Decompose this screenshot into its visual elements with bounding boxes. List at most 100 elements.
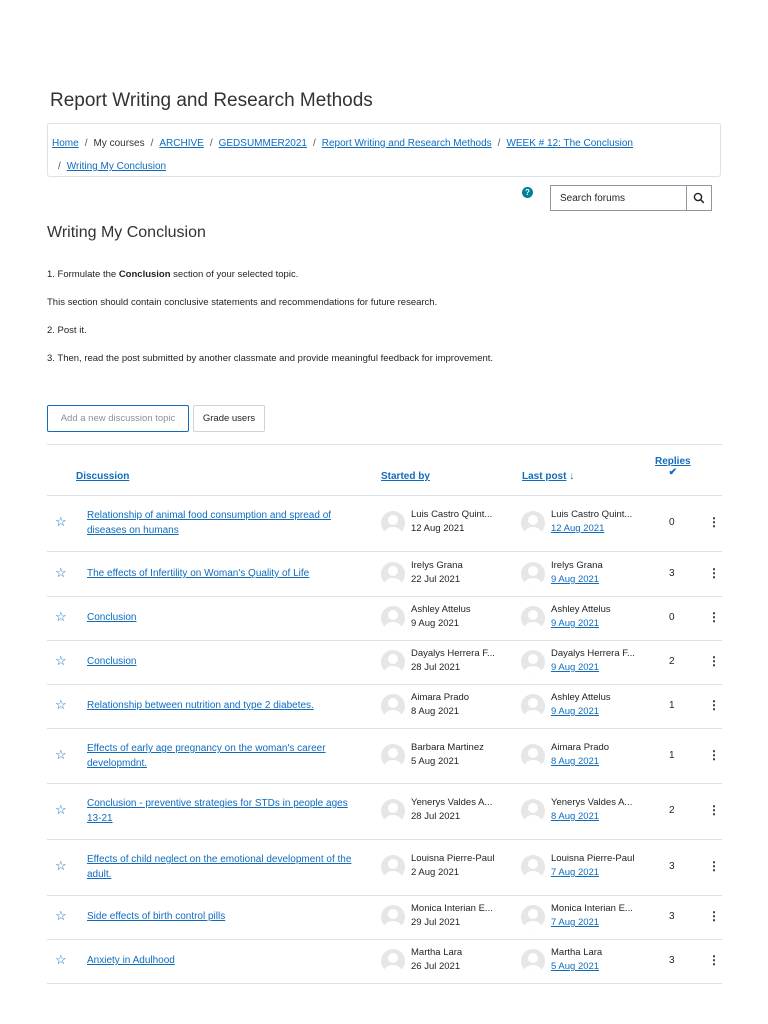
last-post-date[interactable]: 9 Aug 2021 [551, 617, 599, 631]
table-row: ☆ Anxiety in Adulhood Martha Lara 26 Jul 20… [47, 940, 722, 984]
star-icon[interactable]: ☆ [55, 747, 67, 763]
discussion-title[interactable]: The effects of Infertility on Woman's Qu… [87, 566, 357, 581]
more-options-icon[interactable]: ⋮ [708, 567, 720, 579]
discussion-title[interactable]: Relationship of animal food consumption … [87, 508, 357, 538]
header-discussion[interactable]: Discussion [76, 471, 129, 482]
star-icon[interactable]: ☆ [55, 697, 67, 713]
intro-line-3: 2. Post it. [47, 325, 87, 336]
breadcrumb-separator: / [209, 138, 213, 149]
discussion-title[interactable]: Relationship between nutrition and type … [87, 698, 357, 713]
table-row: ☆ Conclusion Dayalys Herrera F... 28 Jul 20… [47, 641, 722, 685]
star-icon[interactable]: ☆ [55, 565, 67, 581]
more-options-icon[interactable]: ⋮ [708, 954, 720, 966]
star-icon[interactable]: ☆ [55, 858, 67, 874]
discussion-title[interactable]: Conclusion [87, 610, 357, 625]
last-post-date[interactable]: 8 Aug 2021 [551, 810, 599, 824]
avatar [381, 650, 405, 674]
more-options-icon[interactable]: ⋮ [708, 611, 720, 623]
last-post-date[interactable]: 9 Aug 2021 [551, 705, 599, 719]
star-icon[interactable]: ☆ [55, 609, 67, 625]
started-date: 5 Aug 2021 [411, 756, 460, 767]
avatar [521, 562, 545, 586]
table-row: ☆ Effects of child neglect on the emotion… [47, 840, 722, 896]
replies-count: 1 [669, 700, 675, 711]
started-by-name: Irelys Grana [411, 560, 463, 571]
more-options-icon[interactable]: ⋮ [708, 516, 720, 528]
started-date: 2 Aug 2021 [411, 867, 460, 878]
replies-count: 1 [669, 750, 675, 761]
table-row: ☆ Conclusion Ashley Attelus 9 Aug 2021 Ashle… [47, 597, 722, 641]
avatar [521, 694, 545, 718]
breadcrumb-home[interactable]: Home [52, 138, 79, 149]
star-icon[interactable]: ☆ [55, 653, 67, 669]
avatar [521, 855, 545, 879]
more-options-icon[interactable]: ⋮ [708, 804, 720, 816]
grade-users-button[interactable]: Grade users [193, 405, 265, 432]
discussion-title[interactable]: Conclusion - preventive strategies for S… [87, 796, 357, 826]
last-post-date[interactable]: 8 Aug 2021 [551, 755, 599, 769]
last-post-name: Dayalys Herrera F... [551, 648, 635, 659]
breadcrumb-current[interactable]: Writing My Conclusion [67, 161, 166, 172]
started-by-name: Barbara Martinez [411, 742, 484, 753]
header-replies[interactable]: Replies ✔ [655, 456, 691, 478]
last-post-date[interactable]: 9 Aug 2021 [551, 661, 599, 675]
more-options-icon[interactable]: ⋮ [708, 655, 720, 667]
avatar [521, 744, 545, 768]
breadcrumb-course[interactable]: Report Writing and Research Methods [322, 138, 492, 149]
sort-desc-icon: ↓ [569, 471, 575, 482]
more-options-icon[interactable]: ⋮ [708, 910, 720, 922]
started-by-name: Martha Lara [411, 947, 463, 958]
started-date: 26 Jul 2021 [411, 961, 461, 972]
search-button[interactable] [686, 186, 711, 210]
breadcrumb-separator: / [58, 161, 61, 172]
last-post-date[interactable]: 5 Aug 2021 [551, 960, 599, 974]
more-options-icon[interactable]: ⋮ [708, 699, 720, 711]
last-post-name: Ashley Attelus [551, 692, 611, 703]
more-options-icon[interactable]: ⋮ [708, 860, 720, 872]
last-post-date[interactable]: 9 Aug 2021 [551, 573, 599, 587]
star-icon[interactable]: ☆ [55, 802, 67, 818]
breadcrumb-category[interactable]: GEDSUMMER2021 [219, 138, 307, 149]
last-post-date[interactable]: 7 Aug 2021 [551, 866, 599, 880]
last-post-date[interactable]: 12 Aug 2021 [551, 522, 604, 536]
breadcrumb-section[interactable]: WEEK # 12: The Conclusion [506, 138, 633, 149]
replies-count: 2 [669, 805, 675, 816]
header-last-post[interactable]: Last post ↓ [522, 471, 574, 482]
star-icon[interactable]: ☆ [55, 908, 67, 924]
discussion-title[interactable]: Conclusion [87, 654, 357, 669]
started-date: 8 Aug 2021 [411, 706, 460, 717]
table-body: ☆ Relationship of animal food consumption… [47, 496, 722, 984]
discussion-title[interactable]: Anxiety in Adulhood [87, 953, 357, 968]
started-date: 12 Aug 2021 [411, 523, 465, 534]
search-input[interactable] [551, 186, 686, 210]
check-icon: ✔ [668, 467, 677, 478]
breadcrumb-archive[interactable]: ARCHIVE [159, 138, 203, 149]
star-icon[interactable]: ☆ [55, 514, 67, 530]
breadcrumb: Home / My courses / ARCHIVE / GEDSUMMER2021 / Re… [47, 123, 721, 177]
add-discussion-topic-button[interactable]: Add a new discussion topic [47, 405, 189, 432]
replies-count: 3 [669, 861, 675, 872]
intro-line-2: This section should contain conclusive s… [47, 297, 438, 308]
header-started-by[interactable]: Started by [381, 471, 430, 482]
discussion-table: Discussion Started by Last post ↓ Replie… [47, 444, 722, 984]
table-row: ☆ The effects of Infertility on Woman's Q… [47, 552, 722, 597]
avatar [521, 511, 545, 535]
star-icon[interactable]: ☆ [55, 952, 67, 968]
last-post-name: Luis Castro Quint... [551, 509, 633, 520]
breadcrumb-separator: / [497, 138, 501, 149]
discussion-title[interactable]: Side effects of birth control pills [87, 909, 357, 924]
table-header: Discussion Started by Last post ↓ Replie… [47, 445, 722, 496]
search-forums [550, 185, 712, 211]
started-by-name: Monica Interian E... [411, 903, 493, 914]
replies-count: 2 [669, 656, 675, 667]
discussion-title[interactable]: Effects of early age pregnancy on the wo… [87, 741, 357, 771]
started-date: 22 Jul 2021 [411, 574, 461, 585]
table-row: ☆ Relationship between nutrition and type… [47, 685, 722, 729]
more-options-icon[interactable]: ⋮ [708, 749, 720, 761]
discussion-title[interactable]: Effects of child neglect on the emotiona… [87, 852, 357, 882]
last-post-name: Martha Lara [551, 947, 603, 958]
question-circle-icon[interactable]: ? [522, 187, 533, 198]
replies-count: 0 [669, 517, 675, 528]
last-post-date[interactable]: 7 Aug 2021 [551, 916, 599, 930]
last-post-name: Yenerys Valdes A... [551, 797, 633, 808]
